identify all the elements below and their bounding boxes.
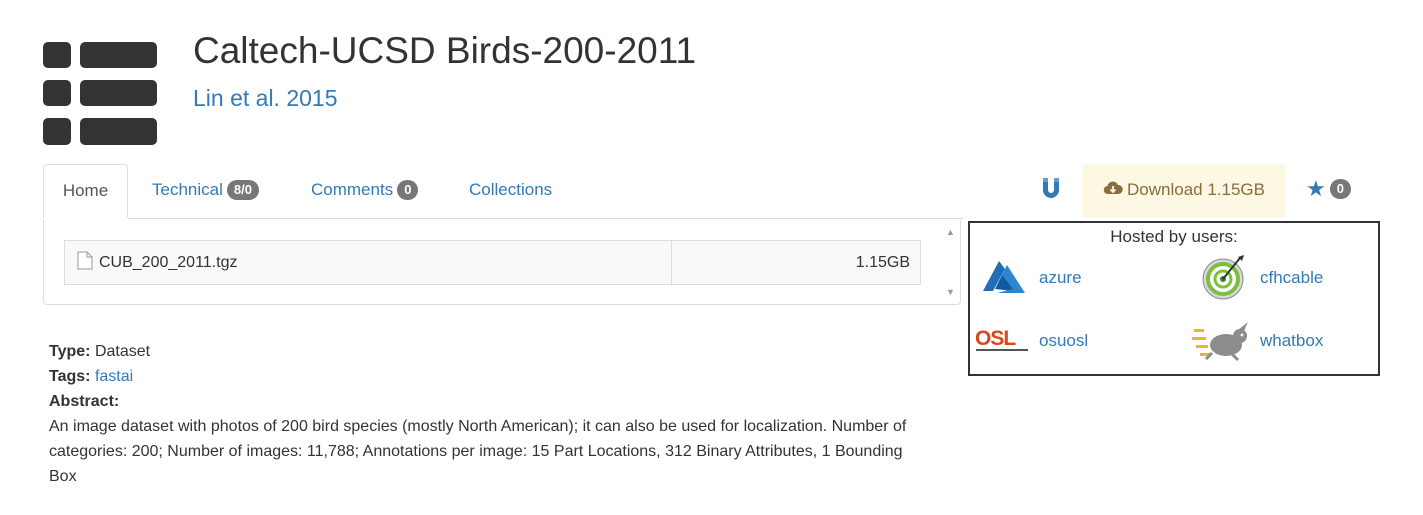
type-label: Type: (49, 343, 91, 360)
download-label: Download 1.15GB (1127, 180, 1265, 199)
cfhcable-icon (1202, 255, 1244, 300)
file-name-cell: CUB_200_2011.tgz (77, 241, 237, 284)
hosted-by-panel: Hosted by users: azure cfhcable OSL osuo… (968, 221, 1380, 376)
type-row: Type: Dataset (49, 339, 919, 364)
scroll-up-arrow[interactable]: ▲ (946, 227, 955, 237)
star-button[interactable]: ★ 0 (1306, 176, 1351, 202)
hosted-title: Hosted by users: (1110, 227, 1238, 246)
star-icon: ★ (1306, 176, 1326, 201)
tags-label: Tags: (49, 368, 91, 385)
file-icon (77, 251, 93, 270)
tab-collections-label: Collections (469, 180, 553, 199)
host-link-osuosl[interactable]: osuosl (1039, 331, 1088, 351)
tabs-divider (128, 218, 963, 219)
author-link[interactable]: Lin et al. 2015 (193, 85, 338, 112)
file-name: CUB_200_2011.tgz (99, 254, 238, 271)
tab-home[interactable]: Home (43, 164, 128, 218)
abstract-row: Abstract: (49, 389, 919, 414)
technical-badge: 8/0 (226, 179, 259, 200)
host-link-azure[interactable]: azure (1039, 268, 1082, 288)
file-row[interactable]: CUB_200_2011.tgz 1.15GB (64, 240, 921, 285)
tab-comments-label: Comments (311, 180, 394, 199)
tab-home-label: Home (62, 181, 109, 200)
type-value: Dataset (94, 343, 151, 360)
host-link-cfhcable[interactable]: cfhcable (1260, 268, 1323, 288)
svg-text:OSL: OSL (975, 327, 1016, 350)
cloud-download-icon (1103, 181, 1123, 195)
tab-comments[interactable]: Comments 0 (311, 164, 419, 218)
magnet-icon[interactable] (1040, 176, 1062, 202)
azure-icon (983, 261, 1025, 293)
osl-icon: OSL (975, 327, 1028, 351)
tab-collections[interactable]: Collections (469, 164, 552, 218)
dataset-list-icon (43, 42, 157, 145)
host-link-whatbox[interactable]: whatbox (1260, 331, 1323, 351)
tags-row: Tags: fastai (49, 364, 919, 389)
star-count-badge: 0 (1329, 179, 1351, 200)
page-title: Caltech-UCSD Birds-200-2011 (193, 30, 697, 71)
abstract-text: An image dataset with photos of 200 bird… (49, 418, 907, 485)
download-button[interactable]: Download 1.15GB (1082, 164, 1286, 218)
file-list-panel: CUB_200_2011.tgz 1.15GB (43, 220, 961, 305)
whatbox-icon (1192, 322, 1248, 362)
abstract-label: Abstract: (49, 393, 120, 410)
file-size: 1.15GB (671, 241, 920, 284)
tab-technical[interactable]: Technical 8/0 (152, 164, 259, 218)
scroll-down-arrow[interactable]: ▼ (946, 287, 955, 297)
tag-link[interactable]: fastai (95, 368, 133, 385)
comments-badge: 0 (397, 179, 419, 200)
tab-technical-label: Technical (152, 180, 223, 199)
dataset-info: Type: Dataset Tags: fastai Abstract: An … (49, 339, 919, 489)
